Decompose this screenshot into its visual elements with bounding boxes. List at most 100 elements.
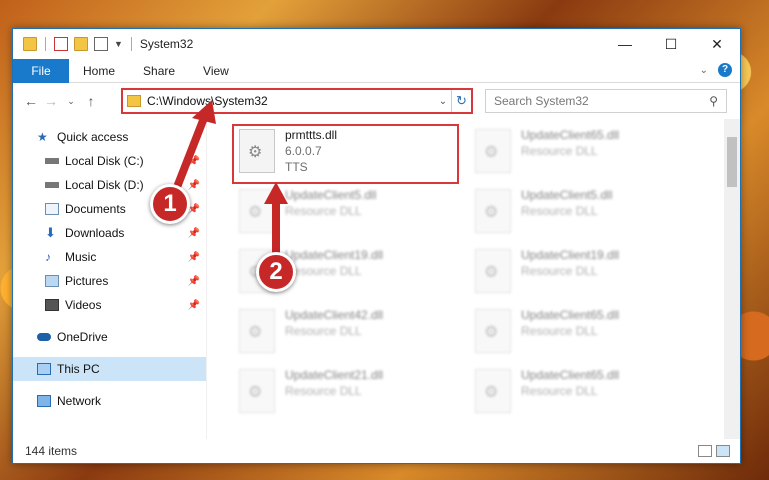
file-description: Resource DLL: [285, 324, 362, 338]
pin-icon: 📌: [187, 251, 200, 263]
dll-file-icon: [475, 249, 511, 293]
divider: [45, 37, 46, 51]
computer-icon: [37, 363, 51, 375]
pin-icon: 📌: [187, 227, 200, 239]
file-description: Resource DLL: [521, 324, 598, 338]
callout-badge-1: 1: [150, 184, 190, 224]
file-name: UpdateClient65.dll: [521, 368, 620, 382]
dll-file-icon: [475, 129, 511, 173]
quick-access-toolbar: ▼: [13, 37, 134, 51]
pictures-icon: [45, 275, 59, 287]
network-icon: [37, 395, 51, 407]
divider: [130, 37, 132, 51]
up-arrow-icon[interactable]: ↑: [81, 93, 101, 109]
file-description: Resource DLL: [521, 204, 598, 218]
dll-file-icon: [475, 189, 511, 233]
file-tile[interactable]: UpdateClient5.dll Resource DLL: [469, 185, 695, 239]
new-folder-icon[interactable]: [74, 37, 88, 51]
minimize-button[interactable]: —: [602, 29, 648, 59]
forward-arrow-icon[interactable]: →: [41, 93, 61, 109]
explorer-window: ▼ System32 — ☐ ✕ File Home Share View ⌄ …: [12, 28, 741, 464]
star-icon: ★: [37, 130, 48, 144]
refresh-button[interactable]: ↻: [451, 90, 471, 112]
file-tile[interactable]: UpdateClient5.dll Resource DLL: [233, 185, 459, 239]
file-tile[interactable]: UpdateClient65.dll Resource DLL: [469, 305, 695, 359]
sidebar-item-label: Videos: [65, 298, 102, 312]
file-description: Resource DLL: [285, 384, 362, 398]
recent-locations-icon[interactable]: ⌄: [61, 96, 81, 107]
help-icon[interactable]: ?: [718, 63, 732, 77]
search-placeholder: Search System32: [494, 94, 589, 108]
videos-icon: [45, 299, 59, 311]
close-button[interactable]: ✕: [694, 29, 740, 59]
sidebar-item-music[interactable]: ♪ Music 📌: [13, 245, 206, 269]
sidebar-item-label: Local Disk (D:): [65, 178, 144, 192]
ribbon: File Home Share View ⌄ ?: [13, 58, 740, 83]
file-tile[interactable]: UpdateClient21.dll Resource DLL: [233, 365, 459, 419]
tab-home[interactable]: Home: [69, 59, 129, 83]
sidebar-item-label: Pictures: [65, 274, 109, 288]
sidebar-item-label: OneDrive: [57, 330, 108, 344]
address-path[interactable]: C:\Windows\System32: [147, 94, 435, 108]
sidebar-item-this-pc[interactable]: This PC: [13, 357, 206, 381]
tab-view[interactable]: View: [189, 59, 243, 83]
music-icon: ♪: [45, 250, 51, 264]
search-input[interactable]: Search System32 ⚲: [485, 89, 727, 113]
file-name: UpdateClient5.dll: [285, 188, 377, 202]
file-tile[interactable]: UpdateClient42.dll Resource DLL: [233, 305, 459, 359]
sidebar-item-local-disk-c[interactable]: Local Disk (C:) 📌: [13, 149, 206, 173]
sidebar-item-quick-access[interactable]: ★ Quick access: [13, 125, 206, 149]
customize-icon[interactable]: [94, 37, 108, 51]
scrollbar-thumb[interactable]: [727, 137, 737, 187]
large-icons-view-icon[interactable]: [716, 445, 730, 457]
sidebar-item-downloads[interactable]: ⬇ Downloads 📌: [13, 221, 206, 245]
file-description: Resource DLL: [285, 264, 362, 278]
sidebar-item-label: Documents: [65, 202, 126, 216]
documents-icon: [45, 203, 59, 215]
file-name: UpdateClient19.dll: [285, 248, 384, 262]
pin-icon: 📌: [187, 179, 200, 191]
sidebar-item-onedrive[interactable]: OneDrive: [13, 325, 206, 349]
highlight-box: [232, 124, 459, 184]
folder-icon: [127, 95, 141, 107]
folder-icon: [23, 37, 37, 51]
tab-share[interactable]: Share: [129, 59, 189, 83]
back-arrow-icon[interactable]: ←: [21, 93, 41, 109]
file-name: UpdateClient65.dll: [521, 308, 620, 322]
vertical-scrollbar[interactable]: [724, 119, 740, 439]
pin-icon: 📌: [187, 155, 200, 167]
sidebar-item-label: Quick access: [57, 130, 129, 144]
callout-badge-2: 2: [256, 252, 296, 292]
maximize-button[interactable]: ☐: [648, 29, 694, 59]
sidebar-item-label: This PC: [57, 362, 100, 376]
drive-icon: [45, 158, 59, 164]
expand-ribbon-icon[interactable]: ⌄: [700, 65, 708, 76]
download-arrow-icon: ⬇: [45, 225, 56, 240]
properties-icon[interactable]: [54, 37, 68, 51]
file-tile[interactable]: UpdateClient19.dll Resource DLL: [469, 245, 695, 299]
tab-file[interactable]: File: [13, 58, 69, 83]
dll-file-icon: [475, 369, 511, 413]
sidebar-item-network[interactable]: Network: [13, 389, 206, 413]
sidebar-item-label: Local Disk (C:): [65, 154, 144, 168]
file-name: UpdateClient65.dll: [521, 128, 620, 142]
item-count: 144 items: [25, 444, 78, 458]
details-view-icon[interactable]: [698, 445, 712, 457]
file-name: UpdateClient21.dll: [285, 368, 384, 382]
file-tile[interactable]: UpdateClient65.dll Resource DLL: [469, 125, 695, 179]
window-title: System32: [139, 37, 194, 51]
cloud-icon: [37, 333, 51, 341]
file-name: UpdateClient19.dll: [521, 248, 620, 262]
file-description: Resource DLL: [285, 204, 362, 218]
file-description: Resource DLL: [521, 144, 598, 158]
dropdown-arrow-icon[interactable]: ▼: [114, 39, 123, 49]
search-icon[interactable]: ⚲: [709, 94, 718, 108]
address-dropdown-icon[interactable]: ⌄: [435, 96, 451, 107]
sidebar-item-label: Downloads: [65, 226, 125, 240]
sidebar-item-pictures[interactable]: Pictures 📌: [13, 269, 206, 293]
drive-icon: [45, 182, 59, 188]
address-row: ← → ⌄ ↑ C:\Windows\System32 ⌄ ↻ Search S…: [13, 83, 740, 119]
address-bar[interactable]: C:\Windows\System32 ⌄ ↻: [121, 88, 473, 114]
file-tile[interactable]: UpdateClient65.dll Resource DLL: [469, 365, 695, 419]
sidebar-item-videos[interactable]: Videos 📌: [13, 293, 206, 317]
